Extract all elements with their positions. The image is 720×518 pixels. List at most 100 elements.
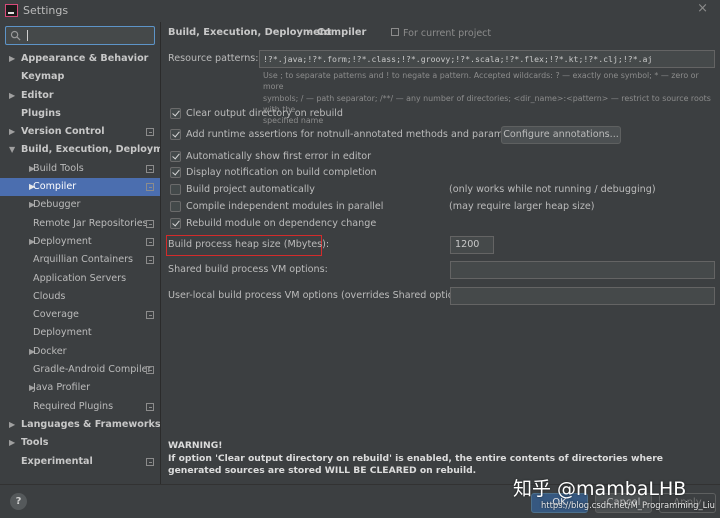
sidebar-item-label: Gradle-Android Compiler (33, 364, 152, 376)
option-label: Automatically show first error in editor (186, 151, 372, 162)
sidebar-item-deployment[interactable]: ▶ Deployment (0, 233, 160, 251)
sidebar-item-tools[interactable]: ▶ Tools (0, 434, 160, 452)
sidebar-item-label: Languages & Frameworks (21, 418, 161, 430)
sidebar-item-label: Clouds (33, 290, 66, 302)
option-note: (may require larger heap size) (449, 201, 595, 212)
breadcrumb-separator: › (307, 27, 311, 38)
collapsed-arrow-icon[interactable]: ▶ (9, 87, 15, 105)
sidebar-item-label: Plugins (21, 107, 61, 119)
heap-size-value: 1200 (455, 239, 480, 250)
sidebar-item-debugger[interactable]: ▶ Debugger (0, 196, 160, 214)
heap-size-input[interactable]: 1200 (450, 236, 494, 254)
sidebar-item-label: Tools (21, 437, 49, 449)
checkbox[interactable] (170, 129, 181, 140)
sidebar-item-label: Docker (33, 345, 67, 357)
sidebar-item-deployment[interactable]: Deployment (0, 324, 160, 342)
sidebar-item-label: Version Control (21, 126, 105, 138)
search-icon (10, 30, 21, 41)
checkbox[interactable] (170, 108, 181, 119)
close-icon[interactable]: × (697, 1, 708, 16)
project-scope-icon (391, 28, 399, 36)
sidebar-item-arquillian-containers[interactable]: Arquillian Containers (0, 251, 160, 269)
checkbox[interactable] (170, 151, 181, 162)
sidebar-item-application-servers[interactable]: Application Servers (0, 270, 160, 288)
sidebar-item-gradle-android-compiler[interactable]: Gradle-Android Compiler (0, 361, 160, 379)
option-label: Display notification on build completion (186, 167, 377, 178)
sidebar-item-label: Deployment (33, 327, 92, 339)
warning-title: WARNING! (168, 440, 223, 451)
settings-tree: ▶ Appearance & Behavior Keymap ▶ Editor Plugi… (0, 50, 181, 471)
collapsed-arrow-icon[interactable]: ▶ (9, 434, 15, 452)
project-scope-icon (146, 183, 154, 192)
sidebar-item-label: Coverage (33, 309, 79, 321)
intellij-app-icon (5, 4, 18, 17)
collapsed-arrow-icon[interactable]: ▶ (9, 50, 15, 68)
scope-label: For current project (403, 28, 492, 39)
breadcrumb-current: Compiler (317, 27, 367, 38)
help-button[interactable]: ? (10, 493, 27, 510)
sidebar-item-coverage[interactable]: Coverage (0, 306, 160, 324)
sidebar-item-keymap[interactable]: Keymap (0, 68, 160, 86)
sidebar-item-label: Deployment (33, 235, 92, 247)
resource-patterns-input[interactable]: !?*.java;!?*.form;!?*.class;!?*.groovy;!… (259, 50, 715, 68)
sidebar-item-label: Editor (21, 89, 54, 101)
settings-sidebar: ▶ Appearance & Behavior Keymap ▶ Editor Plugi… (0, 22, 181, 484)
sidebar-item-experimental[interactable]: Experimental (0, 453, 160, 471)
resource-patterns-value: !?*.java;!?*.form;!?*.class;!?*.groovy;!… (263, 54, 653, 64)
option-label: Build project automatically (186, 184, 315, 195)
settings-search-input[interactable] (5, 26, 155, 45)
heap-size-label: Build process heap size (Mbytes): (168, 239, 330, 250)
checkbox[interactable] (170, 201, 181, 212)
sidebar-item-clouds[interactable]: Clouds (0, 288, 160, 306)
expanded-arrow-icon[interactable]: ▼ (9, 141, 15, 159)
sidebar-item-label: Appearance & Behavior (21, 53, 149, 64)
sidebar-item-label: Compiler (33, 181, 77, 193)
sidebar-item-label: Remote Jar Repositories (33, 217, 148, 229)
checkbox[interactable] (170, 218, 181, 229)
title-bar: Settings × (0, 0, 720, 22)
sidebar-item-required-plugins[interactable]: Required Plugins (0, 398, 160, 416)
sidebar-item-build-tools[interactable]: ▶ Build Tools (0, 160, 160, 178)
sidebar-item-languages-frameworks[interactable]: ▶ Languages & Frameworks (0, 416, 161, 434)
sidebar-item-docker[interactable]: ▶ Docker (0, 343, 160, 361)
hint-line: Use ; to separate patterns and ! to nega… (263, 71, 699, 92)
option-note: (only works while not running / debuggin… (449, 184, 656, 195)
user-vm-label: User-local build process VM options (ove… (168, 290, 472, 301)
sidebar-item-label: Java Profiler (33, 382, 91, 394)
sidebar-item-java-profiler[interactable]: ▶ Java Profiler (0, 379, 160, 397)
project-scope-icon (146, 256, 154, 265)
sidebar-item-build-execution-deployment[interactable]: ▼ Build, Execution, Deployment (0, 141, 181, 159)
checkbox[interactable] (170, 184, 181, 195)
project-scope-icon (146, 402, 154, 411)
sidebar-item-label: Build Tools (33, 162, 84, 174)
option-label: Clear output directory on rebuild (186, 108, 344, 119)
shared-vm-label: Shared build process VM options: (168, 264, 328, 275)
scope-indicator: For current project (391, 28, 491, 39)
sidebar-item-compiler[interactable]: ▶ Compiler (0, 178, 160, 197)
sidebar-item-label: Required Plugins (33, 400, 114, 412)
sidebar-item-appearance-behavior[interactable]: ▶ Appearance & Behavior (0, 50, 160, 68)
compiler-settings-panel: Build, Execution, Deployment › Compiler … (161, 22, 720, 484)
configure-annotations-button[interactable]: Configure annotations... (501, 126, 621, 144)
sidebar-item-label: Keymap (21, 71, 65, 83)
sidebar-item-label: Experimental (21, 455, 93, 467)
sidebar-item-label: Arquillian Containers (33, 254, 134, 266)
user-vm-input[interactable] (450, 287, 715, 305)
sidebar-item-version-control[interactable]: ▶ Version Control (0, 123, 160, 141)
sidebar-item-plugins[interactable]: Plugins (0, 105, 160, 123)
resource-patterns-label: Resource patterns: (168, 53, 259, 64)
project-scope-icon (146, 128, 154, 137)
project-scope-icon (146, 237, 154, 246)
collapsed-arrow-icon[interactable]: ▶ (9, 416, 15, 434)
shared-vm-input[interactable] (450, 261, 715, 279)
project-scope-icon (146, 164, 154, 173)
sidebar-item-label: Debugger (33, 199, 81, 211)
collapsed-arrow-icon[interactable]: ▶ (9, 123, 15, 141)
checkbox[interactable] (170, 167, 181, 178)
sidebar-item-label: Application Servers (33, 272, 127, 284)
sidebar-item-remote-jar-repositories[interactable]: Remote Jar Repositories (0, 215, 160, 233)
watermark-url: https://blog.csdn.net/M_Programming_Liu (541, 500, 715, 510)
project-scope-icon (146, 457, 154, 466)
sidebar-item-editor[interactable]: ▶ Editor (0, 87, 160, 105)
project-scope-icon (146, 311, 154, 320)
